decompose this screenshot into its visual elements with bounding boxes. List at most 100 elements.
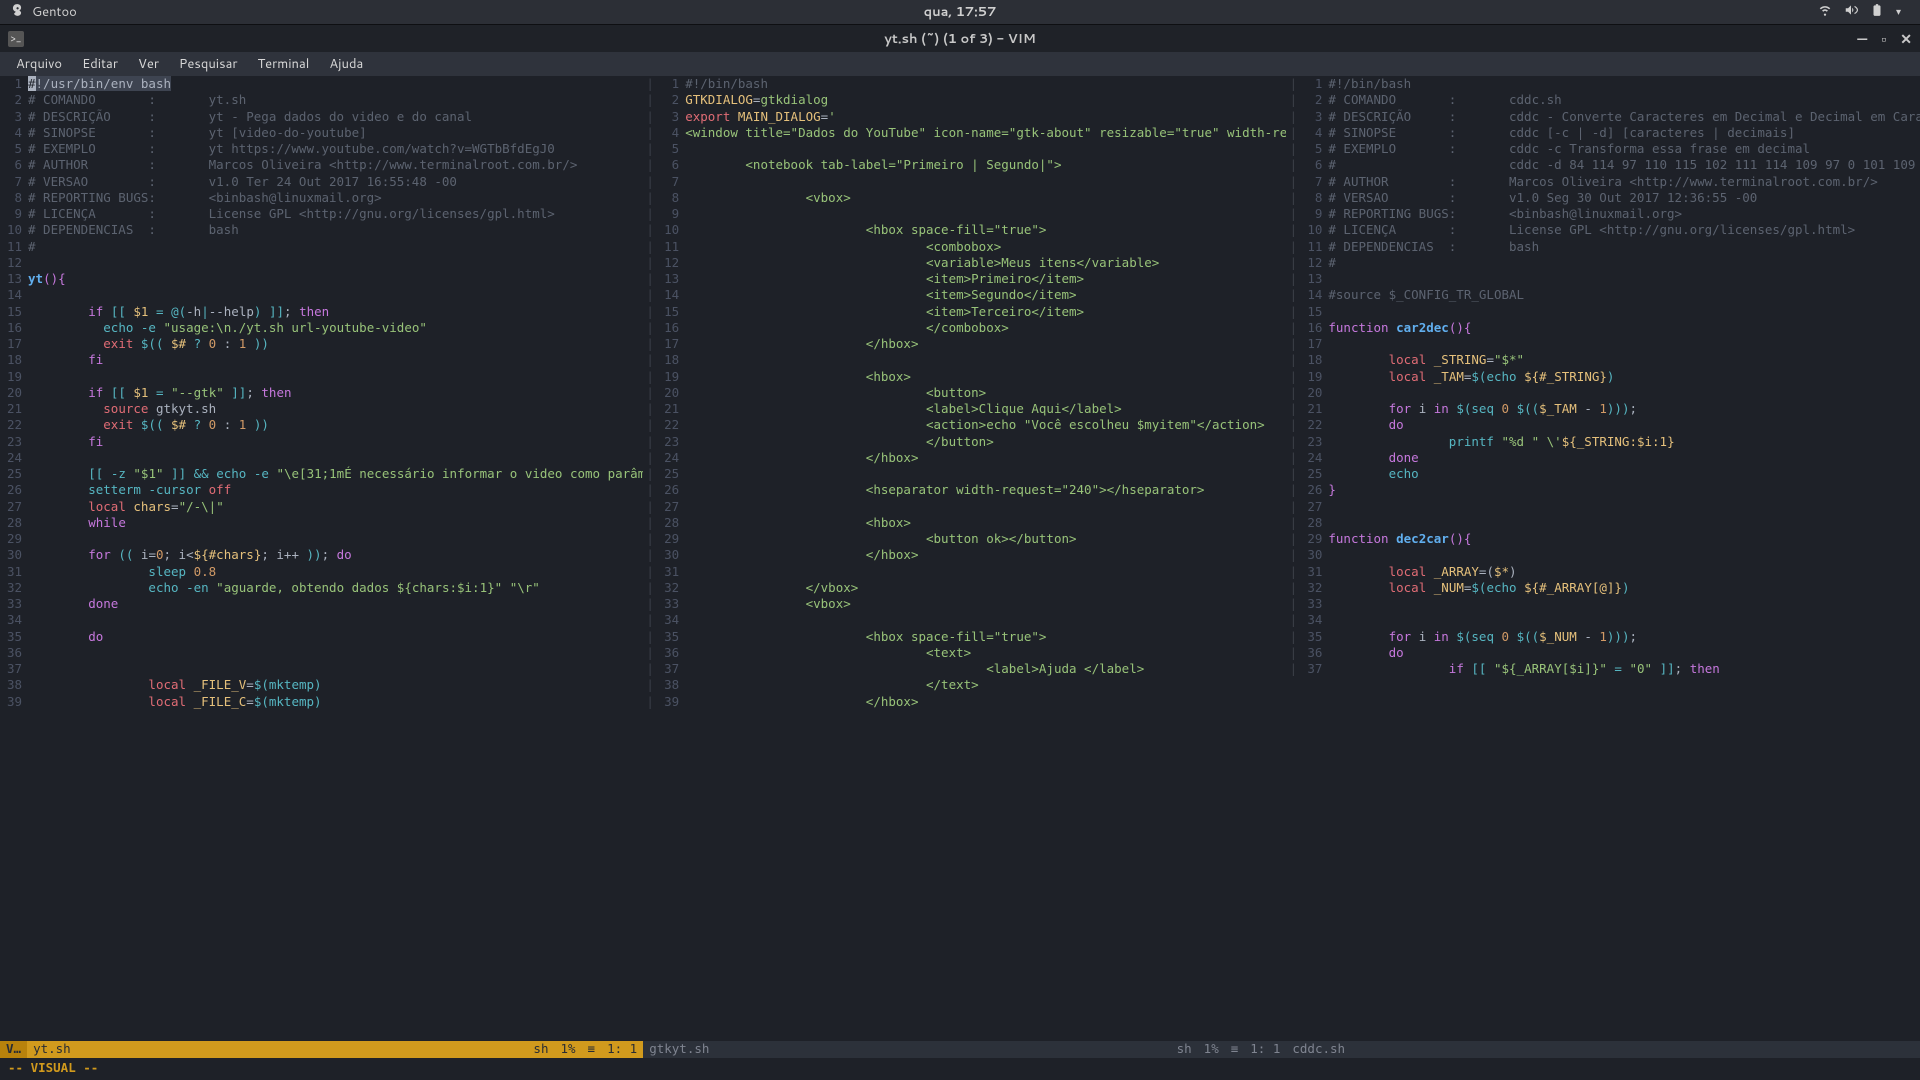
code-line[interactable]: |1#!/bin/bash — [643, 76, 1286, 92]
code-line[interactable]: |3# DESCRIÇÃO : cddc - Converte Caracter… — [1286, 109, 1920, 125]
vim-pane-2[interactable]: |1#!/bin/bash|2GTKDIALOG=gtkdialog|3expo… — [643, 76, 1286, 1058]
code-line[interactable]: 4# SINOPSE : yt [video-do-youtube] — [0, 125, 643, 141]
window-close-button[interactable]: ✕ — [1900, 29, 1912, 49]
code-line[interactable]: |11# DEPENDENCIAS : bash — [1286, 239, 1920, 255]
code-line[interactable]: |19 <hbox> — [643, 369, 1286, 385]
code-line[interactable]: 3# DESCRIÇÃO : yt - Pega dados do video … — [0, 109, 643, 125]
code-line[interactable]: |34 — [643, 612, 1286, 628]
code-line[interactable]: 19 — [0, 369, 643, 385]
code-line[interactable]: |35 for i in $(seq 0 $(($_NUM - 1))); — [1286, 629, 1920, 645]
code-line[interactable]: |6# cddc -d 84 114 97 110 115 102 111 11… — [1286, 157, 1920, 173]
code-line[interactable]: |23 printf "%d " \'${_STRING:$i:1} — [1286, 434, 1920, 450]
code-line[interactable]: 13yt(){ — [0, 271, 643, 287]
code-line[interactable]: 25 [[ -z "$1" ]] && echo -e "\e[31;1mÉ n… — [0, 466, 643, 482]
menu-arquivo[interactable]: Arquivo — [8, 53, 70, 75]
code-line[interactable]: |23 </button> — [643, 434, 1286, 450]
vim-command-line[interactable]: -- VISUAL -- — [0, 1058, 1920, 1080]
code-line[interactable]: 2# COMANDO : yt.sh — [0, 92, 643, 108]
code-line[interactable]: |31 local _ARRAY=($*) — [1286, 564, 1920, 580]
system-menu-chevron-icon[interactable]: ▾ — [1896, 5, 1910, 19]
distro-name[interactable]: Gentoo — [32, 3, 77, 21]
code-line[interactable]: |22 do — [1286, 417, 1920, 433]
code-line[interactable]: |37 if [[ "${_ARRAY[$i]}" = "0" ]]; then — [1286, 661, 1920, 677]
code-line[interactable]: |21 for i in $(seq 0 $(($_TAM - 1))); — [1286, 401, 1920, 417]
code-line[interactable]: |15 — [1286, 304, 1920, 320]
code-line[interactable]: |4# SINOPSE : cddc [-c | -d] [caracteres… — [1286, 125, 1920, 141]
code-line[interactable]: 10# DEPENDENCIAS : bash — [0, 222, 643, 238]
code-line[interactable]: |14#source $_CONFIG_TR_GLOBAL — [1286, 287, 1920, 303]
code-line[interactable]: |3export MAIN_DIALOG=' — [643, 109, 1286, 125]
code-line[interactable]: 21 source gtkyt.sh — [0, 401, 643, 417]
code-line[interactable]: |1#!/bin/bash — [1286, 76, 1920, 92]
network-icon[interactable] — [1818, 3, 1832, 22]
code-line[interactable]: 29 — [0, 531, 643, 547]
code-line[interactable]: 28 while — [0, 515, 643, 531]
battery-icon[interactable] — [1870, 3, 1884, 22]
code-line[interactable]: |18 — [643, 352, 1286, 368]
code-line[interactable]: |38 </text> — [643, 677, 1286, 693]
vim-pane-3[interactable]: |1#!/bin/bash|2# COMANDO : cddc.sh|3# DE… — [1286, 76, 1920, 1058]
code-line[interactable]: |7# AUTHOR : Marcos Oliveira <http://www… — [1286, 174, 1920, 190]
code-line[interactable]: 24 — [0, 450, 643, 466]
code-line[interactable]: 9# LICENÇA : License GPL <http://gnu.org… — [0, 206, 643, 222]
code-line[interactable]: 1#!/usr/bin/env bash — [0, 76, 643, 92]
code-line[interactable]: |13 — [1286, 271, 1920, 287]
code-line[interactable]: |30 — [1286, 547, 1920, 563]
code-line[interactable]: 14 — [0, 287, 643, 303]
code-line[interactable]: |13 <item>Primeiro</item> — [643, 271, 1286, 287]
code-line[interactable]: |14 <item>Segundo</item> — [643, 287, 1286, 303]
code-line[interactable]: 38 local _FILE_V=$(mktemp) — [0, 677, 643, 693]
code-line[interactable]: |10 <hbox space-fill="true"> — [643, 222, 1286, 238]
code-line[interactable]: 35 do — [0, 629, 643, 645]
code-line[interactable]: |29function dec2car(){ — [1286, 531, 1920, 547]
code-line[interactable]: |27 — [1286, 499, 1920, 515]
code-line[interactable]: |24 </hbox> — [643, 450, 1286, 466]
code-line[interactable]: 32 echo -en "aguarde, obtendo dados ${ch… — [0, 580, 643, 596]
code-line[interactable]: |18 local _STRING="$*" — [1286, 352, 1920, 368]
code-line[interactable]: |17 — [1286, 336, 1920, 352]
code-line[interactable]: 15 if [[ $1 = @(-h|--help) ]]; then — [0, 304, 643, 320]
code-line[interactable]: |9# REPORTING BUGS: <binbash@linuxmail.o… — [1286, 206, 1920, 222]
code-line[interactable]: |21 <label>Clique Aqui</label> — [643, 401, 1286, 417]
code-line[interactable]: 16 echo -e "usage:\n./yt.sh url-youtube-… — [0, 320, 643, 336]
clock[interactable]: qua, 17:57 — [924, 3, 997, 21]
code-line[interactable]: 23 fi — [0, 434, 643, 450]
code-line[interactable]: |8 <vbox> — [643, 190, 1286, 206]
code-line[interactable]: |16 </combobox> — [643, 320, 1286, 336]
vim-pane-1[interactable]: 1#!/usr/bin/env bash2# COMANDO : yt.sh3#… — [0, 76, 643, 1058]
code-line[interactable]: 36 — [0, 645, 643, 661]
menu-pesquisar[interactable]: Pesquisar — [171, 53, 246, 75]
code-line[interactable]: 30 for (( i=0; i<${#chars}; i++ )); do — [0, 547, 643, 563]
code-line[interactable]: |2GTKDIALOG=gtkdialog — [643, 92, 1286, 108]
code-line[interactable]: |37 <label>Ajuda </label> — [643, 661, 1286, 677]
code-line[interactable]: |16function car2dec(){ — [1286, 320, 1920, 336]
code-line[interactable]: 31 sleep 0.8 — [0, 564, 643, 580]
code-line[interactable]: 33 done — [0, 596, 643, 612]
code-line[interactable]: 6# AUTHOR : Marcos Oliveira <http://www.… — [0, 157, 643, 173]
code-line[interactable]: |10# LICENÇA : License GPL <http://gnu.o… — [1286, 222, 1920, 238]
code-line[interactable]: |27 — [643, 499, 1286, 515]
code-line[interactable]: |32 local _NUM=$(echo ${#_ARRAY[@]}) — [1286, 580, 1920, 596]
code-line[interactable]: |33 <vbox> — [643, 596, 1286, 612]
code-line[interactable]: 22 exit $(( $# ? 0 : 1 )) — [0, 417, 643, 433]
code-line[interactable]: |25 — [643, 466, 1286, 482]
code-line[interactable]: 12 — [0, 255, 643, 271]
code-line[interactable]: 26 setterm -cursor off — [0, 482, 643, 498]
code-line[interactable]: |5 — [643, 141, 1286, 157]
code-line[interactable]: 11# — [0, 239, 643, 255]
code-line[interactable]: |36 do — [1286, 645, 1920, 661]
code-line[interactable]: 5# EXEMPLO : yt https://www.youtube.com/… — [0, 141, 643, 157]
code-line[interactable]: |4<window title="Dados do YouTube" icon-… — [643, 125, 1286, 141]
code-line[interactable]: |39 </hbox> — [643, 694, 1286, 710]
code-line[interactable]: |28 <hbox> — [643, 515, 1286, 531]
vim-editor[interactable]: 1#!/usr/bin/env bash2# COMANDO : yt.sh3#… — [0, 76, 1920, 1058]
code-line[interactable]: |11 <combobox> — [643, 239, 1286, 255]
code-line[interactable]: |34 — [1286, 612, 1920, 628]
code-line[interactable]: |17 </hbox> — [643, 336, 1286, 352]
code-line[interactable]: 7# VERSAO : v1.0 Ter 24 Out 2017 16:55:4… — [0, 174, 643, 190]
window-maximize-button[interactable]: ▫ — [1881, 29, 1886, 49]
code-line[interactable]: |35 <hbox space-fill="true"> — [643, 629, 1286, 645]
code-line[interactable]: |32 </vbox> — [643, 580, 1286, 596]
code-line[interactable]: 34 — [0, 612, 643, 628]
code-line[interactable]: |24 done — [1286, 450, 1920, 466]
